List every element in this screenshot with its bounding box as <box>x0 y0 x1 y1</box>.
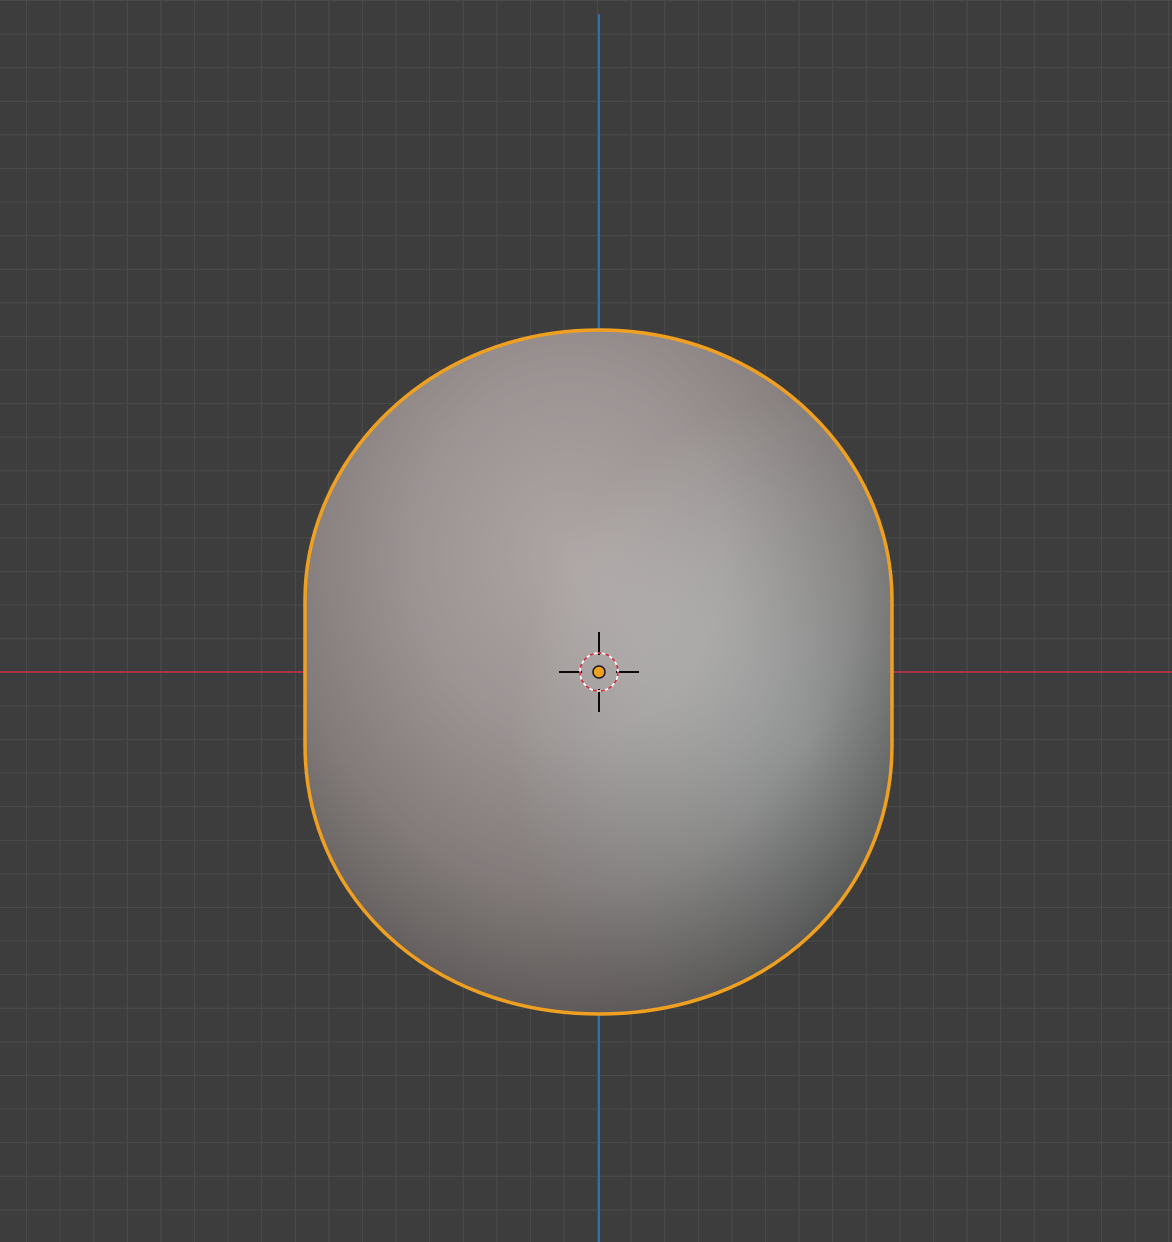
object-origin <box>592 665 606 679</box>
scene-canvas[interactable] <box>0 0 1172 1242</box>
origin-dot-icon <box>592 665 606 679</box>
3d-viewport[interactable] <box>0 0 1172 1242</box>
